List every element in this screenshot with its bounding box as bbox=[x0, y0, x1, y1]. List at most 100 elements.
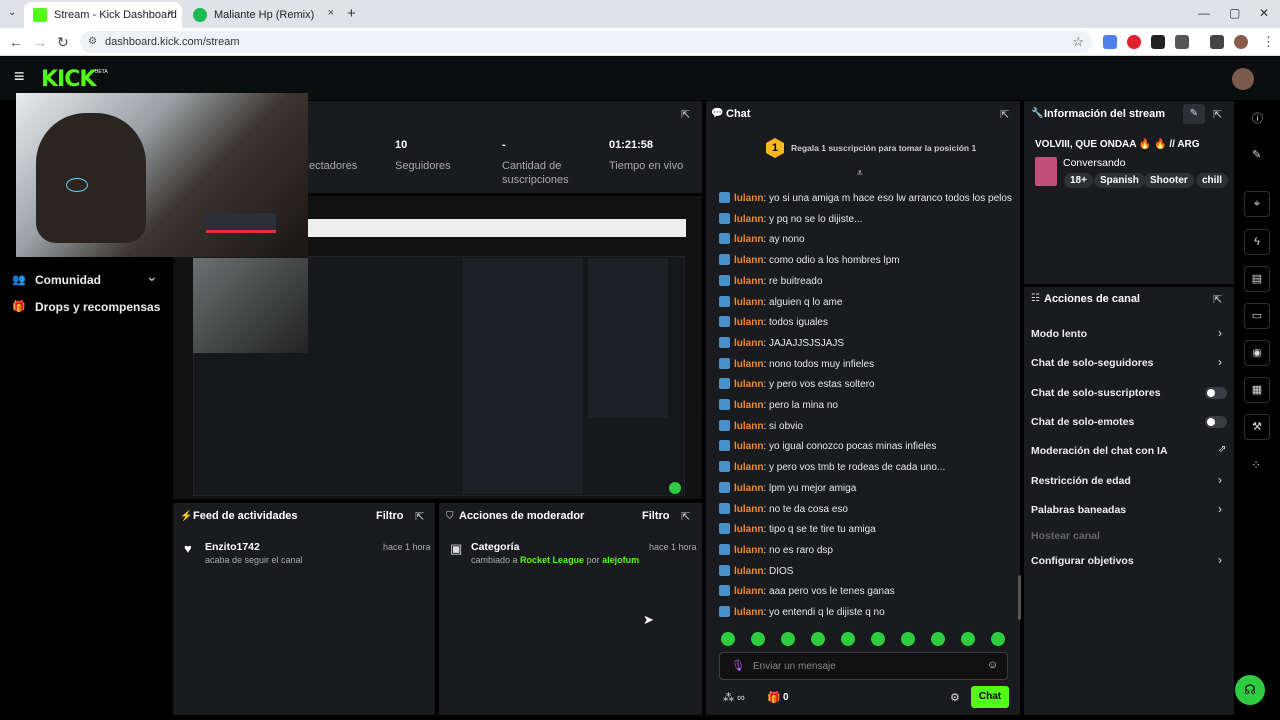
external-link-icon[interactable]: ⇗ bbox=[1218, 444, 1226, 455]
emote-icon[interactable] bbox=[901, 632, 915, 646]
action-emotes-only[interactable]: Chat de solo-emotes bbox=[1031, 416, 1134, 428]
chevron-right-icon[interactable]: › bbox=[1218, 553, 1222, 567]
hamburger-menu-icon[interactable]: ≡ bbox=[14, 66, 25, 87]
activity-user[interactable]: Enzito1742 bbox=[205, 541, 260, 553]
gift-icon[interactable]: 🎁 bbox=[767, 691, 781, 704]
chat-username[interactable]: lulann bbox=[734, 297, 763, 308]
chat-username[interactable]: lulann bbox=[734, 545, 763, 556]
tab-spotify-song[interactable]: Maliante Hp (Remix) [feat. / × bbox=[184, 2, 342, 28]
emote-icon[interactable] bbox=[781, 632, 795, 646]
activity-filter-button[interactable]: Filtro bbox=[376, 510, 404, 522]
emote-icon[interactable] bbox=[961, 632, 975, 646]
chat-username[interactable]: lulann bbox=[734, 524, 763, 535]
emote-icon[interactable] bbox=[751, 632, 765, 646]
chat-input[interactable]: 🎙 Enviar un mensaje ☺ bbox=[719, 652, 1008, 680]
chat-username[interactable]: lulann bbox=[734, 421, 763, 432]
action-age-restriction[interactable]: Restricción de edad bbox=[1031, 475, 1131, 487]
chat-settings-icon[interactable]: ⚙ bbox=[950, 691, 960, 704]
chat-username[interactable]: lulann bbox=[734, 338, 763, 349]
mod-filter-button[interactable]: Filtro bbox=[642, 510, 670, 522]
chat-username[interactable]: lulann bbox=[734, 504, 763, 515]
edit-icon[interactable]: ✎ bbox=[1252, 148, 1261, 161]
subs-only-toggle[interactable] bbox=[1205, 387, 1227, 399]
chat-username[interactable]: lulann bbox=[734, 317, 763, 328]
profile-avatar-icon[interactable] bbox=[1234, 35, 1248, 49]
user-avatar[interactable] bbox=[1232, 68, 1254, 90]
rail-layout-icon[interactable]: ▦ bbox=[1244, 377, 1270, 403]
emote-icon[interactable] bbox=[811, 632, 825, 646]
tag-shooter[interactable]: Shooter bbox=[1144, 173, 1194, 188]
chat-username[interactable]: lulann bbox=[734, 607, 763, 618]
mod-action-user[interactable]: alejofum bbox=[602, 555, 639, 565]
action-slow-mode[interactable]: Modo lento bbox=[1031, 328, 1087, 340]
chevron-right-icon[interactable]: › bbox=[1218, 326, 1222, 340]
expand-icon[interactable]: ⇱ bbox=[1213, 293, 1222, 306]
tag-chill[interactable]: chill bbox=[1196, 173, 1229, 188]
emote-icon[interactable] bbox=[991, 632, 1005, 646]
site-info-icon[interactable]: ⚙ bbox=[88, 31, 97, 53]
rail-wrench-icon[interactable]: ⚒ bbox=[1244, 414, 1270, 440]
close-window-button[interactable]: ✕ bbox=[1259, 6, 1269, 20]
puzzle-extensions-icon[interactable] bbox=[1175, 35, 1189, 49]
chat-pin-icon[interactable]: ⩡ bbox=[857, 168, 863, 179]
tab-search-icon[interactable]: ⌄ bbox=[8, 7, 16, 18]
chat-username[interactable]: lulann bbox=[734, 379, 763, 390]
rail-more-icon[interactable]: ⁘ bbox=[1251, 458, 1261, 472]
back-button[interactable]: ← bbox=[9, 34, 23, 50]
edit-pencil-icon[interactable]: ✎ bbox=[1183, 104, 1205, 124]
chat-username[interactable]: lulann bbox=[734, 400, 763, 411]
chevron-right-icon[interactable]: › bbox=[1218, 473, 1222, 487]
chat-username[interactable]: lulann bbox=[734, 359, 763, 370]
emote-icon[interactable] bbox=[931, 632, 945, 646]
chat-username[interactable]: lulann bbox=[734, 566, 763, 577]
rail-bolt-icon[interactable]: ϟ bbox=[1244, 229, 1270, 255]
chat-username[interactable]: lulann bbox=[734, 483, 763, 494]
gift-sub-banner[interactable]: 1 Regala 1 suscripción para tomar la pos… bbox=[706, 128, 1020, 170]
chevron-down-icon[interactable]: ⌄ bbox=[146, 268, 158, 285]
microphone-icon[interactable]: 🎙 bbox=[731, 659, 745, 672]
close-tab-icon[interactable]: × bbox=[328, 7, 334, 19]
kick-logo[interactable]: KICK bbox=[41, 67, 96, 92]
emote-icon[interactable] bbox=[871, 632, 885, 646]
rail-broadcast-icon[interactable]: ◉ bbox=[1244, 340, 1270, 366]
chevron-right-icon[interactable]: › bbox=[1218, 502, 1222, 516]
address-bar[interactable]: ⚙ dashboard.kick.com/stream ☆ bbox=[80, 31, 1092, 53]
action-ai-moderation[interactable]: Moderación del chat con IA bbox=[1031, 445, 1168, 457]
emotes-only-toggle[interactable] bbox=[1205, 416, 1227, 428]
chat-username[interactable]: lulann bbox=[734, 193, 763, 204]
maximize-button[interactable]: ▢ bbox=[1229, 6, 1240, 20]
action-configure-goals[interactable]: Configurar objetivos bbox=[1031, 555, 1134, 567]
expand-icon[interactable]: ⇱ bbox=[1000, 108, 1009, 121]
emote-icon[interactable] bbox=[841, 632, 855, 646]
chat-username[interactable]: lulann bbox=[734, 255, 763, 266]
rail-chat-icon[interactable]: ▭ bbox=[1244, 303, 1270, 329]
chat-username[interactable]: lulann bbox=[734, 276, 763, 287]
support-chat-button[interactable]: ☊ bbox=[1235, 675, 1265, 705]
expand-icon[interactable]: ⇱ bbox=[1213, 108, 1222, 121]
chat-username[interactable]: lulann bbox=[734, 234, 763, 245]
chat-scrollbar[interactable] bbox=[1018, 575, 1021, 620]
emote-icon[interactable] bbox=[721, 632, 735, 646]
chevron-right-icon[interactable]: › bbox=[1218, 355, 1222, 369]
browser-menu-icon[interactable]: ⋮ bbox=[1262, 34, 1275, 50]
opera-extension-icon[interactable] bbox=[1127, 35, 1141, 49]
sidebar-item-community[interactable]: Comunidad bbox=[35, 273, 101, 287]
tab-kick-dashboard[interactable]: Stream - Kick Dashboard × bbox=[24, 2, 182, 28]
translate-extension-icon[interactable] bbox=[1103, 35, 1117, 49]
rail-notes-icon[interactable]: ▤ bbox=[1244, 266, 1270, 292]
action-subs-only[interactable]: Chat de solo-suscriptores bbox=[1031, 387, 1161, 399]
forward-button[interactable]: → bbox=[33, 34, 47, 50]
rail-capture-icon[interactable]: ⌖ bbox=[1244, 191, 1270, 217]
close-tab-icon[interactable]: × bbox=[168, 7, 174, 19]
chat-username[interactable]: lulann bbox=[734, 586, 763, 597]
mod-action-category[interactable]: Rocket League bbox=[520, 555, 584, 565]
expand-icon[interactable]: ⇱ bbox=[681, 510, 690, 523]
action-banned-words[interactable]: Palabras baneadas bbox=[1031, 504, 1126, 516]
bookmark-star-icon[interactable]: ☆ bbox=[1072, 31, 1084, 53]
chat-send-button[interactable]: Chat bbox=[971, 686, 1009, 708]
expand-icon[interactable]: ⇱ bbox=[681, 108, 690, 121]
info-icon[interactable]: ⓘ bbox=[1252, 110, 1263, 126]
tag-spanish[interactable]: Spanish bbox=[1094, 173, 1145, 188]
chat-username[interactable]: lulann bbox=[734, 441, 763, 452]
reload-button[interactable]: ↻ bbox=[57, 34, 69, 51]
